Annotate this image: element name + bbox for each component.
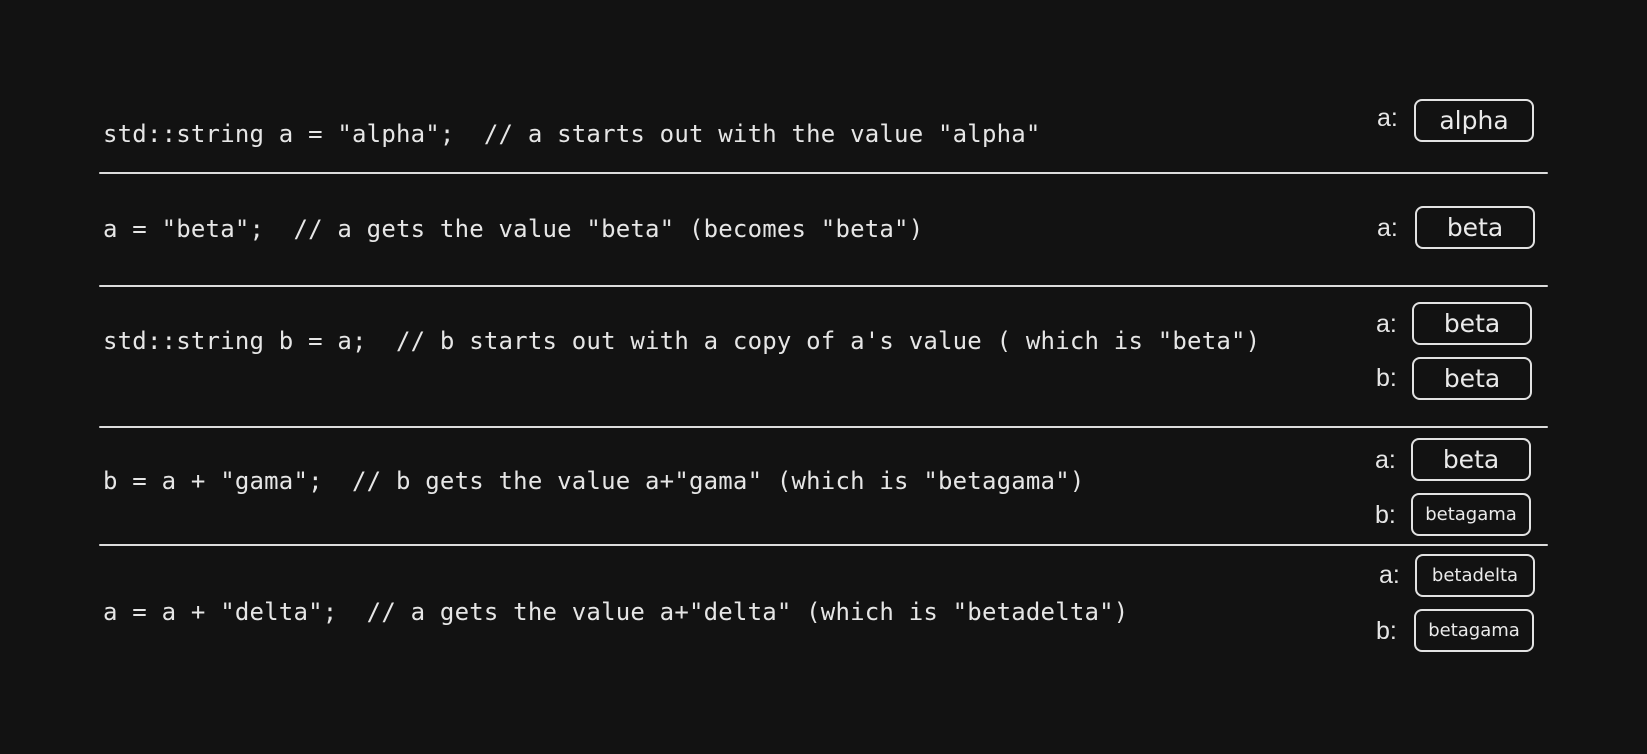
value-box-b: beta: [1412, 357, 1532, 400]
value-box-a: beta: [1412, 302, 1532, 345]
row-divider: [99, 544, 1548, 546]
value-box-a: beta: [1411, 438, 1531, 481]
code-line-1: std::string a = "alpha"; // a starts out…: [103, 120, 1041, 148]
row-divider: [99, 285, 1548, 287]
row-divider: [99, 426, 1548, 428]
var-label-a: a:: [1377, 214, 1398, 242]
code-line-3: std::string b = a; // b starts out with …: [103, 327, 1261, 355]
var-label-a: a:: [1376, 310, 1397, 338]
var-label-b: b:: [1376, 617, 1397, 645]
row-divider: [99, 172, 1548, 174]
value-box-b: betagama: [1411, 493, 1531, 536]
value-box-a: alpha: [1414, 99, 1534, 142]
value-box-b: betagama: [1414, 609, 1534, 652]
code-line-5: a = a + "delta"; // a gets the value a+"…: [103, 598, 1129, 626]
value-box-a: betadelta: [1415, 554, 1535, 597]
code-line-2: a = "beta"; // a gets the value "beta" (…: [103, 215, 924, 243]
var-label-a: a:: [1379, 561, 1400, 589]
var-label-a: a:: [1375, 446, 1396, 474]
value-box-a: beta: [1415, 206, 1535, 249]
var-label-b: b:: [1375, 501, 1396, 529]
code-line-4: b = a + "gama"; // b gets the value a+"g…: [103, 467, 1085, 495]
var-label-a: a:: [1377, 104, 1398, 132]
var-label-b: b:: [1376, 364, 1397, 392]
